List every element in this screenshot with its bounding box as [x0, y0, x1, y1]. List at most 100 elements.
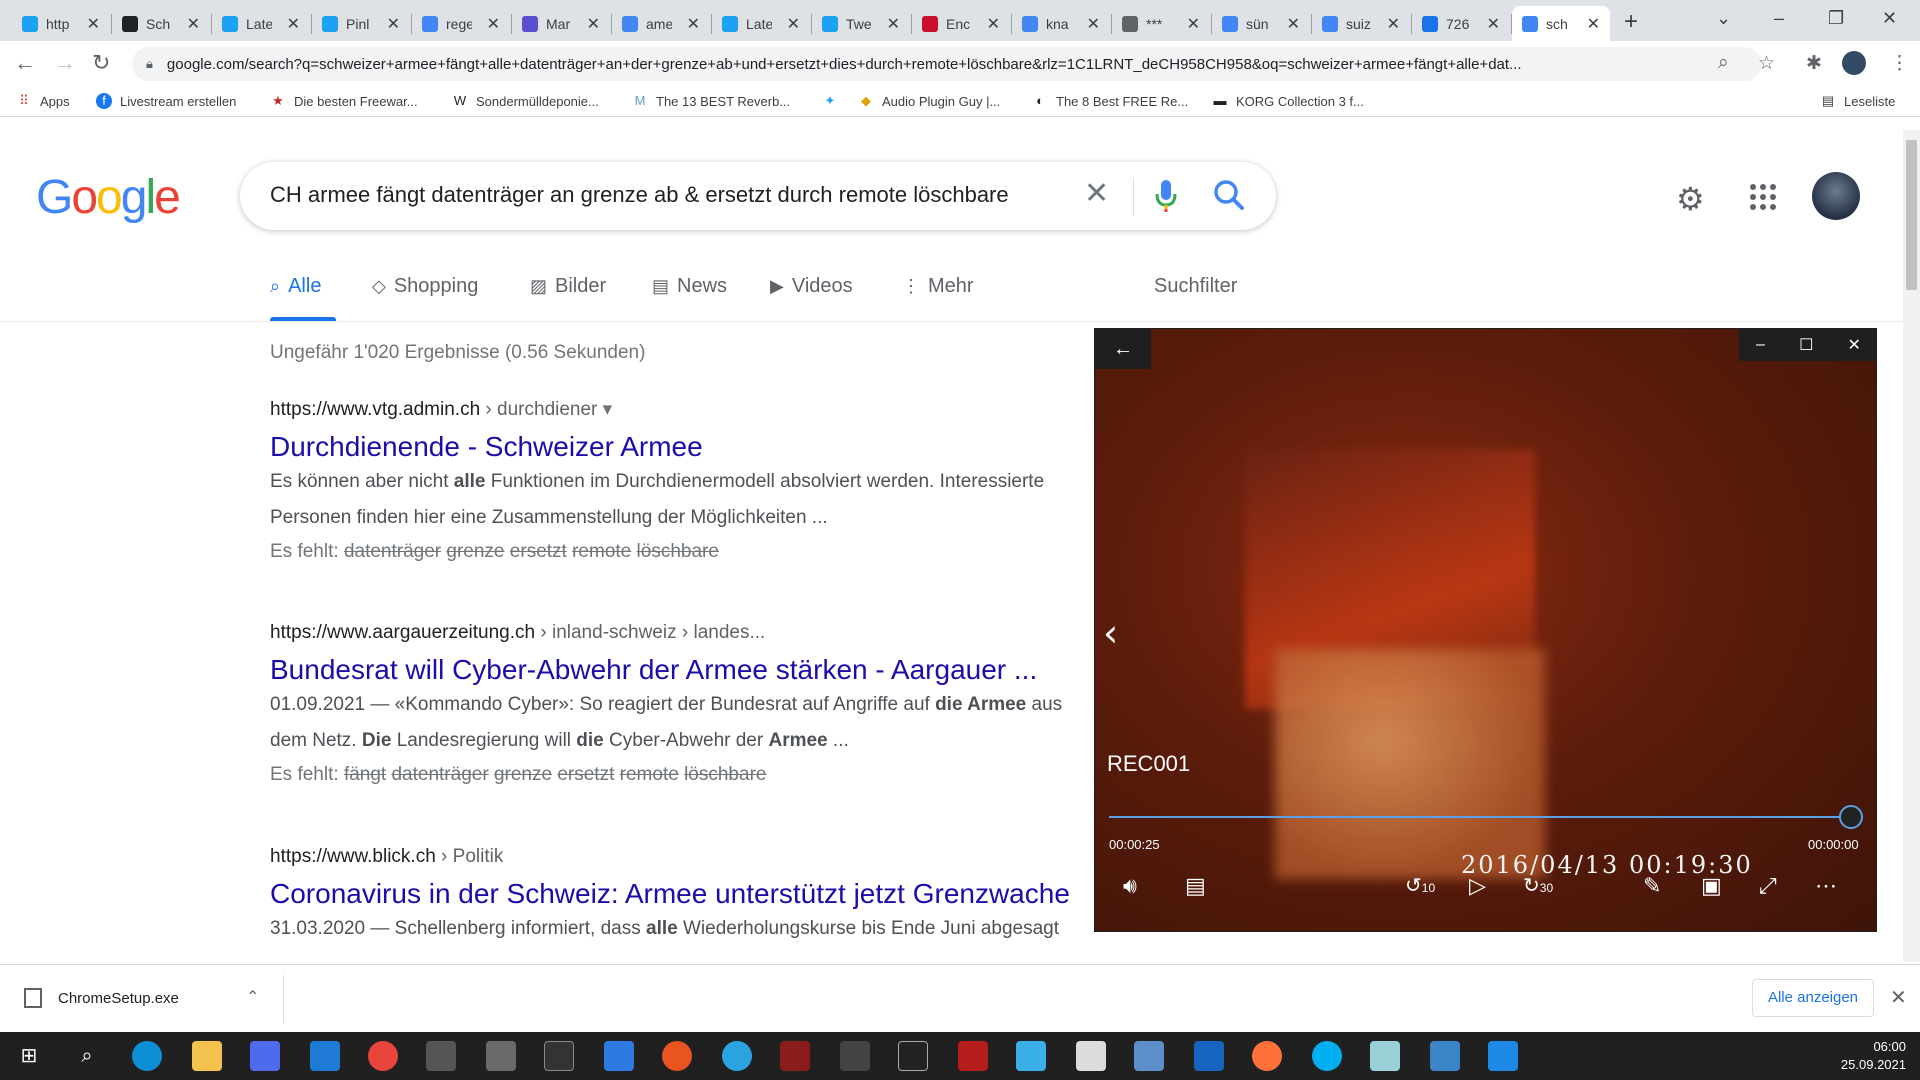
store-icon[interactable]	[250, 1041, 280, 1071]
bookmark-star-icon[interactable]: ☆	[1758, 52, 1775, 75]
reading-list[interactable]: ▤ Leseliste	[1820, 93, 1895, 109]
photos-icon[interactable]	[1430, 1041, 1460, 1071]
missing-term[interactable]: remote	[572, 541, 631, 562]
firefox-icon[interactable]	[1252, 1041, 1282, 1071]
google-logo[interactable]: Google	[36, 170, 181, 225]
browser-tab[interactable]: rege ✕	[412, 6, 510, 41]
browser-tab[interactable]: sch ✕	[1512, 6, 1610, 41]
player-maximize-icon[interactable]: ☐	[1799, 335, 1813, 355]
browser-tab[interactable]: Enc ✕	[912, 6, 1010, 41]
missing-term[interactable]: löschbare	[637, 541, 719, 562]
result-menu-icon[interactable]: ▾	[597, 399, 613, 420]
close-tab-icon[interactable]: ✕	[1287, 14, 1300, 34]
app-icon-1[interactable]	[426, 1041, 456, 1071]
live-icon[interactable]	[544, 1041, 574, 1071]
browser-tab[interactable]: sün ✕	[1212, 6, 1310, 41]
account-avatar[interactable]	[1812, 172, 1860, 220]
missing-term[interactable]: grenze	[494, 764, 552, 785]
app-icon-4[interactable]	[780, 1041, 810, 1071]
close-tab-icon[interactable]: ✕	[787, 14, 800, 34]
close-tab-icon[interactable]: ✕	[487, 14, 500, 34]
close-tab-icon[interactable]: ✕	[687, 14, 700, 34]
scrollbar-thumb[interactable]	[1906, 140, 1917, 290]
player-minimize-icon[interactable]: –	[1756, 336, 1765, 354]
search-tab-news[interactable]: ▤ News	[652, 275, 727, 298]
browser-tab[interactable]: kna ✕	[1012, 6, 1110, 41]
show-all-downloads-button[interactable]: Alle anzeigen	[1752, 979, 1874, 1017]
settings-gear-icon[interactable]: ⚙	[1676, 180, 1705, 218]
chevron-up-icon[interactable]: ⌃	[246, 987, 259, 1007]
profile-avatar[interactable]	[1842, 51, 1866, 75]
play-icon[interactable]: ▷	[1469, 873, 1486, 899]
voicemeeter-icon[interactable]	[958, 1041, 988, 1071]
close-tab-icon[interactable]: ✕	[887, 14, 900, 34]
close-tab-icon[interactable]: ✕	[287, 14, 300, 34]
app-icon-3[interactable]	[604, 1041, 634, 1071]
search-input[interactable]: CH armee fängt datenträger an grenze ab …	[270, 182, 1070, 208]
restore-icon[interactable]: ❐	[1828, 8, 1844, 29]
app-icon-5[interactable]	[898, 1041, 928, 1071]
missing-term[interactable]: grenze	[446, 541, 504, 562]
search-tab-mehr[interactable]: ⋮ Mehr	[902, 275, 974, 298]
subtitles-icon[interactable]: ▤	[1185, 873, 1206, 899]
close-tab-icon[interactable]: ✕	[1587, 14, 1600, 34]
skip-back-icon[interactable]: ↺10	[1405, 873, 1435, 898]
previous-chevron-icon[interactable]: ‹	[1103, 611, 1118, 655]
missing-term[interactable]: fängt	[344, 764, 386, 785]
volume-icon[interactable]: 🔊︎	[1123, 873, 1137, 899]
skip-forward-icon[interactable]: ↻30	[1523, 873, 1553, 898]
missing-term[interactable]: remote	[620, 764, 679, 785]
chrome-icon[interactable]	[368, 1041, 398, 1071]
app-icon-2[interactable]	[486, 1041, 516, 1071]
result-title-link[interactable]: Durchdienende - Schweizer Armee	[270, 431, 1170, 463]
google-apps-icon[interactable]	[1750, 184, 1776, 215]
result-url[interactable]: https://www.aargauerzeitung.ch › inland-…	[270, 622, 1170, 644]
close-tab-icon[interactable]: ✕	[1087, 14, 1100, 34]
bookmark-item[interactable]: ▬ KORG Collection 3 f...	[1212, 93, 1364, 109]
app-icon-7[interactable]	[1076, 1041, 1106, 1071]
kali-icon[interactable]	[840, 1041, 870, 1071]
download-item[interactable]: ChromeSetup.exe	[24, 988, 179, 1008]
seek-bar[interactable]	[1109, 816, 1851, 818]
bookmark-item[interactable]: M The 13 BEST Reverb...	[632, 93, 791, 109]
search-tab-shopping[interactable]: ◇ Shopping	[372, 275, 478, 298]
media-player-window[interactable]: ← – ☐ ✕ ‹ REC001 00:00:25 00:00:00 2016/…	[1094, 328, 1877, 932]
tab-search-icon[interactable]: ⌄	[1716, 8, 1731, 29]
fullscreen-icon[interactable]: ⤢	[1759, 873, 1777, 899]
ubuntu-icon[interactable]	[662, 1041, 692, 1071]
close-tab-icon[interactable]: ✕	[187, 14, 200, 34]
browser-tab[interactable]: suiz ✕	[1312, 6, 1410, 41]
mini-view-icon[interactable]: ▣	[1701, 873, 1722, 899]
close-tab-icon[interactable]: ✕	[587, 14, 600, 34]
browser-tab[interactable]: Late ✕	[212, 6, 310, 41]
mail-icon[interactable]	[310, 1041, 340, 1071]
close-tab-icon[interactable]: ✕	[1387, 14, 1400, 34]
movies-tv-icon[interactable]	[1488, 1041, 1518, 1071]
windows-start-icon[interactable]: ⊞	[14, 1041, 44, 1071]
browser-tab[interactable]: 726 ✕	[1412, 6, 1510, 41]
telegram-icon[interactable]	[722, 1041, 752, 1071]
back-icon[interactable]: ←	[14, 50, 36, 76]
missing-term[interactable]: datenträger	[344, 541, 441, 562]
bookmark-item[interactable]: f Livestream erstellen	[96, 93, 236, 109]
missing-term[interactable]: löschbare	[684, 764, 766, 785]
skype-icon[interactable]	[1312, 1041, 1342, 1071]
file-explorer-icon[interactable]	[192, 1041, 222, 1071]
new-tab-button[interactable]: +	[1624, 8, 1638, 36]
browser-tab[interactable]: *** ✕	[1112, 6, 1210, 41]
app-icon-9[interactable]	[1194, 1041, 1224, 1071]
close-tab-icon[interactable]: ✕	[387, 14, 400, 34]
bookmark-item[interactable]: ⠿ Apps	[16, 93, 69, 109]
close-tab-icon[interactable]: ✕	[1187, 14, 1200, 34]
forward-icon[interactable]: →	[54, 50, 76, 76]
clear-search-icon[interactable]: ✕	[1084, 176, 1109, 211]
bookmark-item[interactable]: ★ Die besten Freewar...	[270, 93, 417, 109]
edge-icon[interactable]	[132, 1041, 162, 1071]
app-icon-8[interactable]	[1134, 1041, 1164, 1071]
edit-pen-icon[interactable]: ✎	[1643, 873, 1661, 899]
result-title-link[interactable]: Bundesrat will Cyber-Abwehr der Armee st…	[270, 654, 1170, 686]
missing-term[interactable]: ersetzt	[557, 764, 614, 785]
search-icon[interactable]	[1212, 176, 1246, 221]
search-taskbar-icon[interactable]: ⌕	[72, 1041, 102, 1071]
app-icon-6[interactable]	[1016, 1041, 1046, 1071]
